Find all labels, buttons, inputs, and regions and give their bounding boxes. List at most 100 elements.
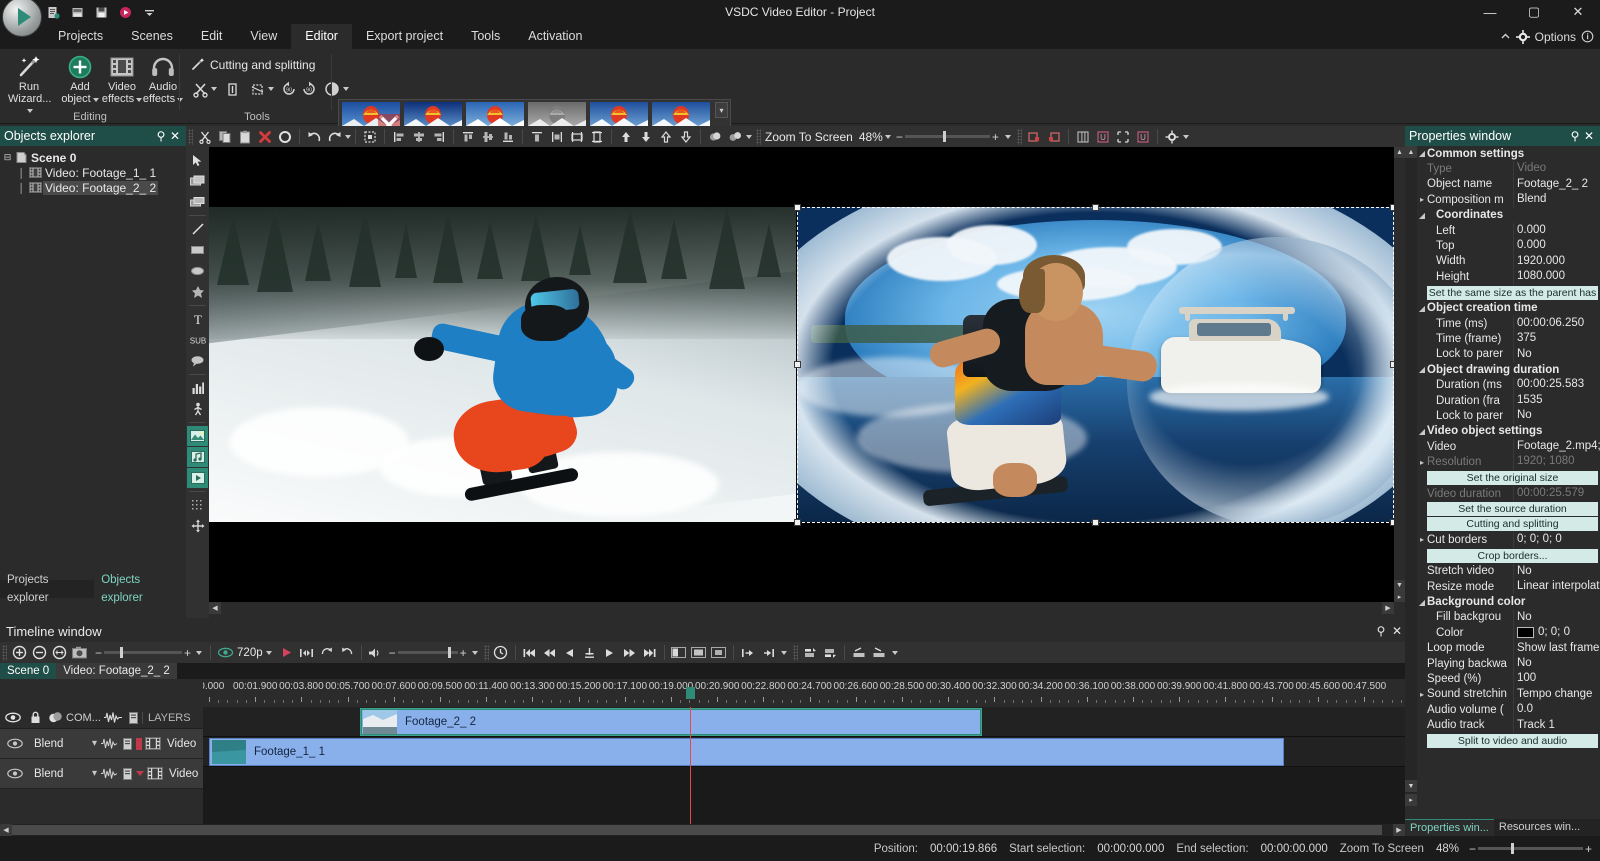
zoom-dropdown-icon[interactable] <box>884 134 891 139</box>
zoom-to-screen-label[interactable]: Zoom To Screen <box>765 130 853 144</box>
zoom-value[interactable]: 48% <box>859 130 883 144</box>
delete-icon[interactable] <box>255 127 275 146</box>
info-icon[interactable] <box>1581 30 1594 43</box>
repeat-icon[interactable] <box>337 643 357 662</box>
rect-object-2-icon[interactable] <box>187 192 208 212</box>
settings-gear-icon[interactable] <box>1162 127 1182 146</box>
property-value[interactable]: 00:00:25.583 <box>1513 377 1600 393</box>
video-icon[interactable] <box>187 468 208 488</box>
blend-mode-label[interactable]: Blend <box>30 768 92 780</box>
property-value[interactable]: No <box>1513 408 1600 424</box>
layer-row-2[interactable]: Blend ▾ Video <box>0 759 203 789</box>
property-row[interactable]: Resize mode Linear interpolatio <box>1417 578 1600 595</box>
property-group-row[interactable]: ◢ Background color <box>1417 594 1600 609</box>
open-project-icon[interactable] <box>68 3 86 21</box>
view-mode-2-icon[interactable] <box>689 643 709 662</box>
marker-end-icon[interactable] <box>1044 127 1064 146</box>
pin-icon[interactable]: ⚲ <box>1373 624 1389 638</box>
align-left-icon[interactable] <box>389 127 409 146</box>
layer-up-icon[interactable] <box>800 643 820 662</box>
marks-dropdown-icon[interactable] <box>780 650 787 655</box>
property-row[interactable]: Top 0.000 <box>1417 238 1600 254</box>
property-value[interactable]: 1080.000 <box>1513 269 1600 285</box>
property-row[interactable]: Height 1080.000 <box>1417 269 1600 285</box>
tab-projects-explorer[interactable]: Projects explorer <box>0 571 94 607</box>
info-icon[interactable] <box>118 767 136 780</box>
cut-icon[interactable] <box>195 127 215 146</box>
property-twisty-icon[interactable]: ▸ <box>1417 535 1427 544</box>
rotate-left-90-icon[interactable]: 90 <box>279 79 299 99</box>
run-wizard-button[interactable]: Run Wizard... <box>8 52 51 117</box>
volume-icon[interactable] <box>366 643 386 662</box>
tab-resources-window[interactable]: Resources win... <box>1494 819 1585 836</box>
ellipse-shape-icon[interactable] <box>187 261 208 281</box>
property-value[interactable]: Footage_2.mp4; ID <box>1513 439 1600 455</box>
zoom-out-icon[interactable] <box>29 643 49 662</box>
canvas-vertical-scrollbar[interactable]: ▲ ▼ ▸ <box>1394 147 1405 602</box>
pin-icon[interactable]: ⚲ <box>154 129 168 143</box>
eye-icon[interactable] <box>215 643 235 662</box>
text-icon[interactable]: T <box>187 309 208 329</box>
add-object-button[interactable]: Add object <box>59 52 101 105</box>
waveform-icon[interactable] <box>100 767 118 780</box>
property-value[interactable]: Video <box>1513 161 1600 177</box>
property-row[interactable]: Duration (ms 00:00:25.583 <box>1417 377 1600 393</box>
scissors-dropdown-icon[interactable] <box>211 87 217 91</box>
property-action-button[interactable]: Cutting and splitting <box>1427 517 1598 532</box>
property-action-button[interactable]: Crop borders... <box>1427 548 1598 563</box>
redo-dropdown-icon[interactable] <box>345 134 351 139</box>
property-row[interactable]: ▸ Cut borders 0; 0; 0; 0 <box>1417 532 1600 548</box>
bring-front-icon[interactable] <box>656 127 676 146</box>
menu-item-export-project[interactable]: Export project <box>352 24 457 49</box>
info-icon[interactable] <box>124 707 142 729</box>
property-value[interactable]: 375 <box>1513 331 1600 347</box>
preview-quality-dropdown-icon[interactable] <box>265 650 272 655</box>
view-mode-3-icon[interactable] <box>709 643 729 662</box>
zoom-fit-icon[interactable] <box>49 643 69 662</box>
property-row[interactable]: Duration (fra 1535 <box>1417 392 1600 409</box>
property-row[interactable]: Time (ms) 00:00:06.250 <box>1417 315 1600 332</box>
view-mode-1-icon[interactable] <box>669 643 689 662</box>
color-swatch[interactable] <box>1517 626 1534 638</box>
menu-item-editor[interactable]: Editor <box>291 24 352 49</box>
property-value[interactable]: 1920.000 <box>1513 253 1600 270</box>
property-twisty-icon[interactable]: ◢ <box>1417 304 1427 313</box>
crop-dropdown-icon[interactable] <box>268 87 274 91</box>
menu-item-tools[interactable]: Tools <box>457 24 514 49</box>
align-top-icon[interactable] <box>458 127 478 146</box>
volume-slider[interactable]: − + <box>389 646 467 660</box>
timeline-zoom-dropdown-icon[interactable] <box>196 650 203 655</box>
property-twisty-icon[interactable]: ◢ <box>1417 427 1427 436</box>
property-row[interactable]: Loop mode Show last frame a <box>1417 640 1600 656</box>
property-action-button[interactable]: Set the source duration <box>1427 502 1598 517</box>
ungroup-icon[interactable] <box>725 127 745 146</box>
tree-item-scene-0[interactable]: ⊟ Scene 0 <box>2 150 184 165</box>
undo-icon[interactable] <box>304 127 324 146</box>
figure-icon[interactable] <box>187 399 208 419</box>
menu-item-edit[interactable]: Edit <box>187 24 237 49</box>
record-icon[interactable] <box>116 3 134 21</box>
gear-icon[interactable] <box>1515 29 1530 44</box>
send-back-icon[interactable] <box>676 127 696 146</box>
scroll-down-icon[interactable]: ▼ <box>1394 580 1405 591</box>
clock-icon[interactable] <box>491 643 511 662</box>
save-icon[interactable] <box>92 3 110 21</box>
property-value[interactable]: No <box>1513 609 1600 626</box>
chart-icon[interactable] <box>187 378 208 398</box>
property-row[interactable]: Video Footage_2.mp4; ID <box>1417 439 1600 455</box>
tab-properties-window[interactable]: Properties win... <box>1405 818 1494 837</box>
property-row[interactable]: Color 0; 0; 0 <box>1417 625 1600 641</box>
property-row[interactable]: Width 1920.000 <box>1417 253 1600 270</box>
image-icon[interactable] <box>187 426 208 446</box>
split-icon[interactable] <box>222 79 242 99</box>
cutting-and-splitting-button[interactable]: Cutting and splitting <box>190 57 315 72</box>
blend-dropdown-icon[interactable]: ▾ <box>92 738 97 749</box>
layer-row-1[interactable]: Blend ▾ Video <box>0 729 203 759</box>
property-row[interactable]: Left 0.000 <box>1417 222 1600 239</box>
eye-icon[interactable] <box>0 738 30 749</box>
timeline-track-area[interactable]: Footage_2_ 2 Footage_1_ 1 <box>203 707 1405 834</box>
properties-scrollbar[interactable]: ▲ ▼ ▸ <box>1405 146 1417 806</box>
mark-out-icon[interactable] <box>758 643 778 662</box>
rotate-right-90-icon[interactable]: 90 <box>299 79 319 99</box>
property-row[interactable]: Type Video <box>1417 161 1600 177</box>
